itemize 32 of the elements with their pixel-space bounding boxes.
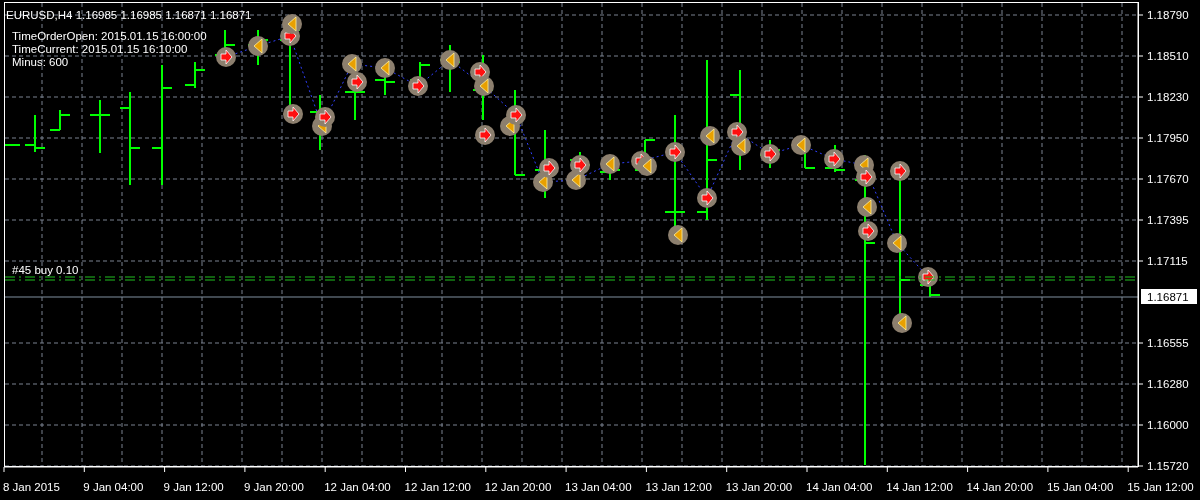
time-axis-label: 13 Jan 12:00 (645, 481, 712, 493)
price-axis-label: 1.15720 (1147, 460, 1189, 472)
time-axis-label: 13 Jan 20:00 (725, 481, 793, 493)
price-axis-label: 1.18230 (1147, 91, 1189, 103)
info-line: Minus: 600 (12, 56, 69, 68)
time-axis-label: 14 Jan 04:00 (806, 481, 873, 493)
time-axis-label: 12 Jan 12:00 (404, 481, 471, 493)
time-axis-label: 14 Jan 20:00 (966, 481, 1034, 493)
time-axis-label: 13 Jan 04:00 (565, 481, 632, 493)
price-axis-label: 1.17670 (1147, 173, 1189, 185)
time-axis-label: 9 Jan 04:00 (83, 481, 144, 493)
price-axis-label: 1.16280 (1147, 378, 1189, 390)
time-axis-label: 8 Jan 2015 (3, 481, 60, 493)
time-axis-label: 12 Jan 20:00 (484, 481, 552, 493)
price-axis-label: 1.18790 (1147, 9, 1189, 21)
time-axis-label: 15 Jan 04:00 (1046, 481, 1114, 493)
time-axis-label: 9 Jan 20:00 (243, 481, 304, 493)
info-line: TimeOrderOpen: 2015.01.15 16:00:00 (12, 30, 207, 42)
order-label: #45 buy 0.10 (12, 264, 79, 276)
price-axis-label: 1.18510 (1147, 50, 1189, 62)
price-axis-label: 1.16555 (1147, 337, 1189, 349)
price-tag: 1.16871 (1141, 289, 1197, 304)
time-axis-label: 14 Jan 12:00 (886, 481, 953, 493)
chart-header: EURUSD,H4 1.16985 1.16985 1.16871 1.16871 (6, 9, 252, 21)
time-axis-label: 9 Jan 12:00 (163, 481, 224, 493)
price-axis-label: 1.17395 (1147, 214, 1189, 226)
price-axis-label: 1.17950 (1147, 132, 1189, 144)
time-axis-label: 15 Jan 12:00 (1127, 481, 1194, 493)
time-axis-label: 12 Jan 04:00 (324, 481, 391, 493)
price-axis-label: 1.17115 (1147, 255, 1188, 267)
price-axis-label: 1.16000 (1147, 419, 1189, 431)
info-line: TimeCurrent: 2015.01.15 16:10:00 (12, 43, 188, 55)
